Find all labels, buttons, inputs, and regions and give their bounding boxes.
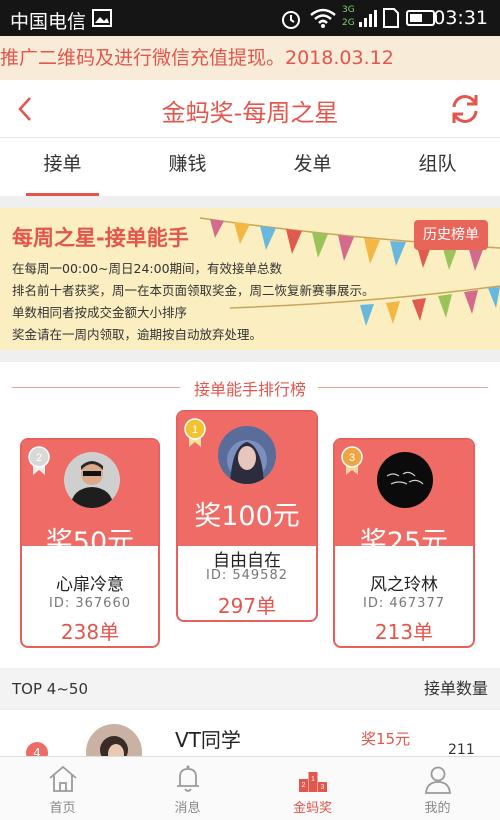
gold-medal-icon: 1 <box>184 418 206 447</box>
order-count: 238单 <box>60 620 120 644</box>
medal-rank: 1 <box>192 424 198 436</box>
rank-card-first[interactable]: 1 奖100元 自由自在 ID: 549582 297单 <box>176 410 318 622</box>
avatar <box>64 452 120 508</box>
banner-rule-line: 单数相同者按成交金额大小排序 <box>12 305 188 320</box>
user-id: ID: 549582 <box>206 568 288 583</box>
home-icon <box>48 765 77 792</box>
nav-label: 首页 <box>49 801 76 816</box>
status-bar: 中国电信 3G 2G 03:31 <box>0 0 500 36</box>
svg-text:1: 1 <box>311 776 315 783</box>
title-bar: 金蚂奖-每周之星 <box>0 80 500 138</box>
medal-rank: 2 <box>36 452 42 464</box>
rank-card-second[interactable]: 2 奖50元 心扉冷意 ID: 367660 238单 <box>20 438 160 648</box>
nav-label: 消息 <box>174 801 201 816</box>
banner-rule-line: 在每周一00:00~周日24:00期间，有效接单总数 <box>12 261 283 276</box>
nav-home[interactable]: 首页 <box>0 757 125 820</box>
weekly-star-banner: 每周之星-接单能手 历史榜单 在每周一00:00~周日24:00期间，有效接单总… <box>0 208 500 350</box>
banner-title: 每周之星-接单能手 <box>12 226 189 250</box>
svg-text:3: 3 <box>320 784 324 791</box>
list-item[interactable]: 4 VT同学 奖15元 211 <box>0 710 500 756</box>
podium-icon: 1 2 3 <box>298 772 327 792</box>
tab-bar: 接单 赚钱 发单 组队 <box>0 138 500 196</box>
user-id: ID: 367660 <box>49 596 131 611</box>
nav-golden-ant-award[interactable]: 1 2 3 金蚂奖 <box>250 757 375 820</box>
bottom-nav: 首页 消息 1 2 3 金蚂奖 我的 <box>0 756 500 820</box>
nav-profile[interactable]: 我的 <box>375 757 500 820</box>
order-count: 213单 <box>374 620 434 644</box>
user-name: 风之玲林 <box>370 575 438 595</box>
ranking-title: 接单能手排行榜 <box>193 380 306 399</box>
silver-medal-icon: 2 <box>28 446 50 475</box>
order-count-column: 接单数量 <box>423 679 488 698</box>
notice-text: 推广二维码及进行微信充值提现。2018.03.12 <box>0 47 394 69</box>
top-list-header: TOP 4~50 接单数量 <box>0 670 500 708</box>
prize-amount: 奖25元 <box>359 527 449 558</box>
bronze-medal-icon: 3 <box>341 446 363 475</box>
rank-badge: 4 <box>26 742 48 756</box>
order-count: 297单 <box>217 594 277 618</box>
tab-accept-orders[interactable]: 接单 <box>0 138 125 196</box>
ranking-section: 接单能手排行榜 2 奖50元 心扉冷意 ID: 367660 238单 1 奖1… <box>0 362 500 668</box>
order-count: 211 <box>448 742 475 756</box>
nav-label: 我的 <box>424 801 451 816</box>
medal-rank: 3 <box>349 452 355 464</box>
svg-text:2: 2 <box>301 782 305 789</box>
bell-icon <box>176 765 199 792</box>
avatar <box>218 426 276 484</box>
gallery-icon <box>92 9 112 27</box>
network-badge: 3G 2G <box>342 5 355 28</box>
prize-amount: 奖100元 <box>194 501 300 532</box>
tab-earn-money[interactable]: 赚钱 <box>125 138 250 196</box>
sim-icon <box>383 8 399 28</box>
alarm-icon <box>282 11 300 29</box>
banner-rule-line: 奖金请在一周内领取，逾期按自动放弃处理。 <box>12 327 263 342</box>
rank-card-third[interactable]: 3 奖25元 风之玲林 ID: 467377 213单 <box>333 438 475 648</box>
tab-team-up[interactable]: 组队 <box>375 138 500 196</box>
carrier-name: 中国电信 <box>10 11 87 33</box>
nav-label: 金蚂奖 <box>292 801 332 816</box>
notice-marquee: 推广二维码及进行微信充值提现。2018.03.12 <box>0 36 500 80</box>
prize-amount: 奖50元 <box>45 527 135 558</box>
refresh-icon[interactable] <box>448 92 482 126</box>
clock: 03:31 <box>433 7 488 29</box>
nav-messages[interactable]: 消息 <box>125 757 250 820</box>
avatar <box>377 452 433 508</box>
top-list-range: TOP 4~50 <box>12 680 88 698</box>
banner-rule-line: 排名前十者获奖，周一在本页面领取奖金，周二恢复新赛事展示。 <box>12 283 375 298</box>
user-name: VT同学 <box>175 728 241 752</box>
tab-post-orders[interactable]: 发单 <box>250 138 375 196</box>
prize-amount: 奖15元 <box>361 730 411 748</box>
user-icon <box>424 766 451 794</box>
user-name: 心扉冷意 <box>56 575 124 595</box>
history-rankings-button[interactable]: 历史榜单 <box>414 220 488 250</box>
signal-icon <box>359 10 377 27</box>
page-title: 金蚂奖-每周之星 <box>161 99 339 127</box>
avatar <box>86 724 142 756</box>
wifi-icon <box>310 8 336 28</box>
user-id: ID: 467377 <box>363 596 445 611</box>
